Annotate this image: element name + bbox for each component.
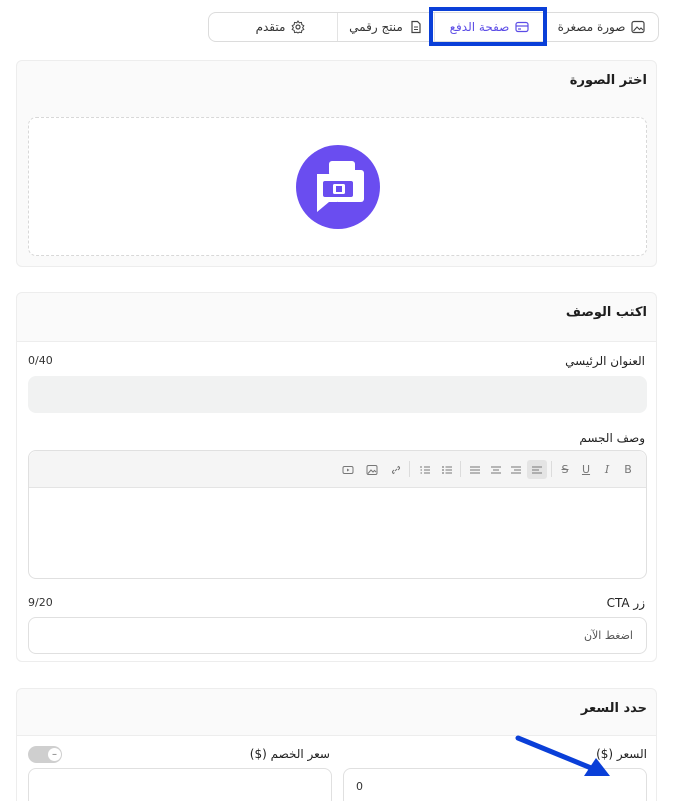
main-title-counter: 0/40 xyxy=(28,354,53,367)
description-panel: العنوان الرئيسي 0/40 وصف الجسم S U I B ز… xyxy=(17,341,656,661)
discount-price-input[interactable] xyxy=(28,768,332,801)
cta-input-value: اضغط الآن xyxy=(583,629,633,642)
underline-icon[interactable]: U xyxy=(576,460,596,479)
gear-icon xyxy=(291,20,305,34)
annotation-arrow-icon xyxy=(515,735,610,776)
tab-label: منتج رقمي xyxy=(349,20,403,34)
strikethrough-icon[interactable]: S xyxy=(555,460,575,479)
body-description-label: وصف الجسم xyxy=(579,431,645,445)
bullet-list-icon[interactable] xyxy=(437,460,457,479)
credit-card-icon xyxy=(515,20,529,34)
align-justify-icon[interactable] xyxy=(465,460,485,479)
tab-label: صورة مصغرة xyxy=(557,20,626,34)
italic-icon[interactable]: I xyxy=(597,460,617,479)
link-icon[interactable] xyxy=(386,460,406,479)
tab-bar: صورة مصغرة صفحة الدفع منتج رقمي متقدم xyxy=(208,12,659,42)
tab-checkout-page[interactable]: صفحة الدفع xyxy=(434,13,544,41)
bold-icon[interactable]: B xyxy=(618,460,638,479)
numbered-list-icon[interactable] xyxy=(415,460,435,479)
image-icon xyxy=(631,20,646,34)
section-title: اختر الصورة xyxy=(569,73,647,88)
image-section: اختر الصورة xyxy=(16,60,657,267)
description-section: اكتب الوصف العنوان الرئيسي 0/40 وصف الجس… xyxy=(16,292,657,662)
tab-advanced[interactable]: متقدم xyxy=(224,13,337,41)
image-icon[interactable] xyxy=(362,460,382,479)
video-icon[interactable] xyxy=(338,460,358,479)
align-center-icon[interactable] xyxy=(486,460,506,479)
toolbar-separator xyxy=(409,461,410,477)
discount-toggle[interactable]: – xyxy=(28,746,62,763)
price-input-value: 0 xyxy=(356,780,363,793)
toggle-knob: – xyxy=(48,748,61,761)
tab-thumbnail[interactable]: صورة مصغرة xyxy=(544,13,658,41)
editor-toolbar: S U I B xyxy=(29,451,646,488)
body-description-editor[interactable]: S U I B xyxy=(28,450,647,579)
image-dropzone[interactable] xyxy=(28,117,647,256)
discount-price-label: سعر الخصم ($) xyxy=(249,747,330,761)
align-left-icon[interactable] xyxy=(527,460,547,479)
section-title: اكتب الوصف xyxy=(565,305,647,320)
align-right-icon[interactable] xyxy=(506,460,526,479)
tab-label: متقدم xyxy=(255,20,286,34)
main-title-input[interactable] xyxy=(28,376,647,413)
brand-logo-icon xyxy=(295,144,381,230)
main-title-label: العنوان الرئيسي xyxy=(565,354,645,368)
tab-label: صفحة الدفع xyxy=(449,20,510,34)
cta-input[interactable]: اضغط الآن xyxy=(28,617,647,654)
tab-digital-product[interactable]: منتج رقمي xyxy=(337,13,434,41)
toolbar-separator xyxy=(460,461,461,477)
section-title: حدد السعر xyxy=(580,701,647,716)
document-icon xyxy=(409,20,423,34)
cta-counter: 9/20 xyxy=(28,596,53,609)
toolbar-separator xyxy=(551,461,552,477)
cta-label: زر CTA xyxy=(606,596,645,610)
